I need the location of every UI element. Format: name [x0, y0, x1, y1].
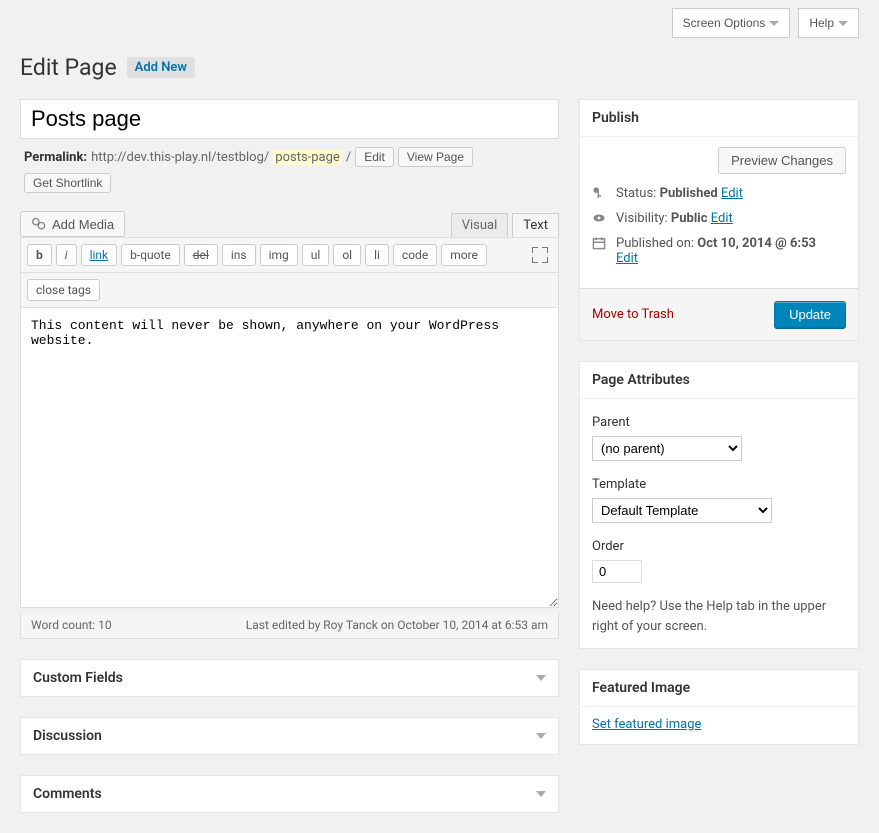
move-to-trash-link[interactable]: Move to Trash — [592, 307, 674, 322]
page-title: Edit Page Add New — [20, 48, 859, 85]
template-select[interactable]: Default Template — [592, 498, 772, 523]
edit-date-link[interactable]: Edit — [616, 251, 638, 266]
metabox-custom-fields[interactable]: Custom Fields — [21, 660, 558, 696]
permalink-label: Permalink: — [24, 150, 87, 165]
tab-visual[interactable]: Visual — [451, 213, 509, 237]
publish-box-header[interactable]: Publish — [580, 100, 858, 137]
update-button[interactable]: Update — [774, 301, 846, 328]
template-label: Template — [592, 477, 846, 492]
permalink-base: http://dev.this-play.nl/testblog/ — [91, 150, 269, 165]
page-attributes-header[interactable]: Page Attributes — [580, 362, 858, 399]
metabox-discussion[interactable]: Discussion — [21, 718, 558, 754]
qt-bold[interactable]: b — [27, 244, 52, 266]
edit-visibility-link[interactable]: Edit — [711, 211, 733, 226]
view-page-button[interactable]: View Page — [398, 147, 473, 167]
eye-icon — [592, 211, 608, 225]
tab-text[interactable]: Text — [512, 213, 559, 237]
chevron-down-icon — [536, 675, 546, 681]
set-featured-image-link[interactable]: Set featured image — [592, 717, 701, 732]
media-icon — [31, 216, 47, 232]
calendar-icon — [592, 236, 608, 250]
add-media-button[interactable]: Add Media — [20, 211, 125, 237]
add-new-button[interactable]: Add New — [127, 57, 195, 78]
qt-ul[interactable]: ul — [302, 244, 330, 266]
order-label: Order — [592, 539, 846, 554]
qt-ol[interactable]: ol — [333, 244, 361, 266]
qt-li[interactable]: li — [365, 244, 389, 266]
featured-image-header[interactable]: Featured Image — [580, 670, 858, 707]
chevron-down-icon — [838, 21, 848, 26]
qt-close-tags[interactable]: close tags — [27, 279, 100, 301]
key-icon — [592, 186, 608, 200]
qt-italic[interactable]: i — [56, 244, 77, 266]
help-button[interactable]: Help — [798, 8, 859, 38]
edit-status-link[interactable]: Edit — [721, 186, 743, 201]
chevron-down-icon — [536, 733, 546, 739]
parent-label: Parent — [592, 415, 846, 430]
permalink-slug: posts-page — [273, 150, 342, 165]
fullscreen-icon[interactable] — [532, 247, 548, 263]
order-input[interactable] — [592, 560, 642, 583]
content-textarea[interactable]: This content will never be shown, anywhe… — [20, 308, 559, 608]
qt-code[interactable]: code — [393, 244, 437, 266]
chevron-down-icon — [536, 791, 546, 797]
word-count: Word count: 10 — [31, 618, 112, 632]
qt-del[interactable]: del — [184, 244, 218, 266]
preview-changes-button[interactable]: Preview Changes — [718, 147, 846, 174]
qt-bquote[interactable]: b-quote — [121, 244, 180, 266]
post-title-input[interactable] — [20, 99, 559, 139]
edit-slug-button[interactable]: Edit — [355, 147, 394, 167]
last-edited: Last edited by Roy Tanck on October 10, … — [246, 618, 548, 632]
chevron-down-icon — [769, 21, 779, 26]
qt-link[interactable]: link — [81, 244, 118, 266]
metabox-comments[interactable]: Comments — [21, 776, 558, 812]
get-shortlink-button[interactable]: Get Shortlink — [24, 173, 111, 193]
qt-ins[interactable]: ins — [222, 244, 256, 266]
qt-img[interactable]: img — [260, 244, 298, 266]
parent-select[interactable]: (no parent) — [592, 436, 742, 461]
help-text: Need help? Use the Help tab in the upper… — [592, 597, 846, 636]
screen-options-button[interactable]: Screen Options — [672, 8, 791, 38]
qt-more[interactable]: more — [441, 244, 487, 266]
